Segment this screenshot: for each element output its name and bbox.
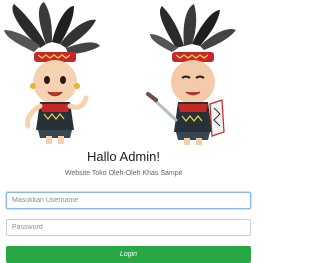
username-input[interactable] — [6, 192, 251, 209]
password-input[interactable] — [6, 219, 251, 236]
right-mascot — [146, 4, 236, 145]
page-title: Hallo Admin! — [87, 149, 160, 164]
page-subtitle: Website Toko Oleh-Oleh Khas Sampit — [64, 170, 183, 177]
login-button[interactable]: Login — [6, 246, 251, 263]
mascot-illustration — [4, 2, 236, 145]
left-mascot — [4, 2, 100, 144]
